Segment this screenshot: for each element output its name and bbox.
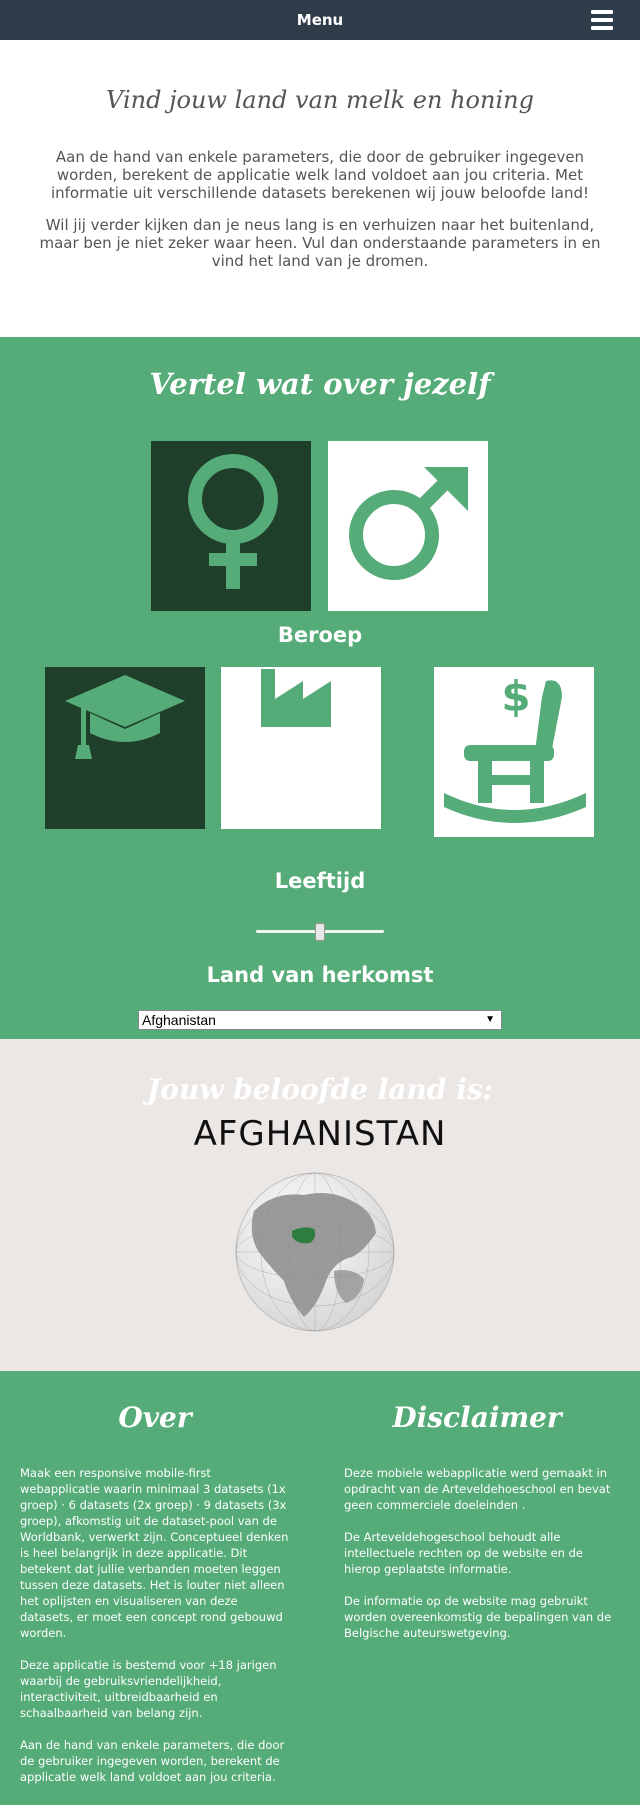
result-section: Jouw beloofde land is: AFGHANISTAN bbox=[0, 1039, 640, 1371]
origin-label: Land van herkomst bbox=[206, 963, 434, 987]
menu-label[interactable]: Menu bbox=[0, 11, 640, 29]
intro-title: Vind jouw land van melk en honing bbox=[106, 86, 534, 114]
about-you-title: Vertel wat over jezelf bbox=[149, 367, 491, 401]
origin-country-select[interactable]: Afghanistan ▼ bbox=[138, 1010, 502, 1030]
intro-section: Vind jouw land van melk en honing Aan de… bbox=[0, 40, 640, 337]
intro-paragraph: Aan de hand van enkele parameters, die d… bbox=[50, 148, 590, 202]
gender-female-option[interactable] bbox=[151, 441, 311, 611]
disclaimer-paragraph: Deze mobiele webapplicatie werd gemaakt … bbox=[344, 1466, 611, 1512]
female-icon bbox=[188, 454, 278, 589]
about-column: Maak een responsive mobile-first webappl… bbox=[20, 1465, 290, 1801]
result-country: AFGHANISTAN bbox=[193, 1114, 447, 1154]
occupation-worker-option[interactable] bbox=[221, 667, 381, 829]
about-paragraph: Aan de hand van enkele parameters, die d… bbox=[20, 1738, 285, 1784]
male-icon bbox=[349, 467, 468, 580]
graduation-cap-icon bbox=[65, 675, 185, 759]
disclaimer-title: Disclaimer bbox=[392, 1401, 562, 1434]
gender-male-option[interactable] bbox=[328, 441, 488, 611]
age-slider[interactable] bbox=[256, 922, 384, 942]
intro-paragraph: Wil jij verder kijken dan je neus lang i… bbox=[39, 216, 601, 270]
svg-text:$: $ bbox=[501, 672, 530, 721]
footer: Over Disclaimer Maak een responsive mobi… bbox=[0, 1371, 640, 1805]
disclaimer-paragraph: De Arteveldehogeschool behoudt alle inte… bbox=[344, 1530, 583, 1576]
rocking-chair-icon: $ bbox=[444, 672, 586, 823]
globe-icon bbox=[235, 1172, 395, 1332]
occupation-student-option[interactable] bbox=[45, 667, 205, 829]
age-label: Leeftijd bbox=[274, 869, 366, 893]
occupation-retired-option[interactable]: $ bbox=[434, 667, 594, 837]
factory-icon bbox=[261, 669, 331, 727]
result-title: Jouw beloofde land is: bbox=[147, 1073, 493, 1106]
disclaimer-column: Deze mobiele webapplicatie werd gemaakt … bbox=[344, 1465, 614, 1657]
about-paragraph: Deze applicatie is bestemd voor +18 jari… bbox=[20, 1658, 277, 1720]
age-slider-thumb[interactable] bbox=[315, 923, 325, 941]
disclaimer-paragraph: De informatie op de website mag gebruikt… bbox=[344, 1594, 612, 1640]
chevron-down-icon: ▼ bbox=[485, 1014, 495, 1025]
about-paragraph: Maak een responsive mobile-first webappl… bbox=[20, 1466, 289, 1640]
about-title: Over bbox=[118, 1401, 192, 1434]
origin-country-value: Afghanistan bbox=[142, 1012, 216, 1028]
hamburger-icon[interactable] bbox=[591, 10, 613, 30]
navbar: Menu bbox=[0, 0, 640, 40]
occupation-label: Beroep bbox=[277, 623, 363, 647]
about-you-section: Vertel wat over jezelf Beroep $ Leeftijd… bbox=[0, 337, 640, 1039]
